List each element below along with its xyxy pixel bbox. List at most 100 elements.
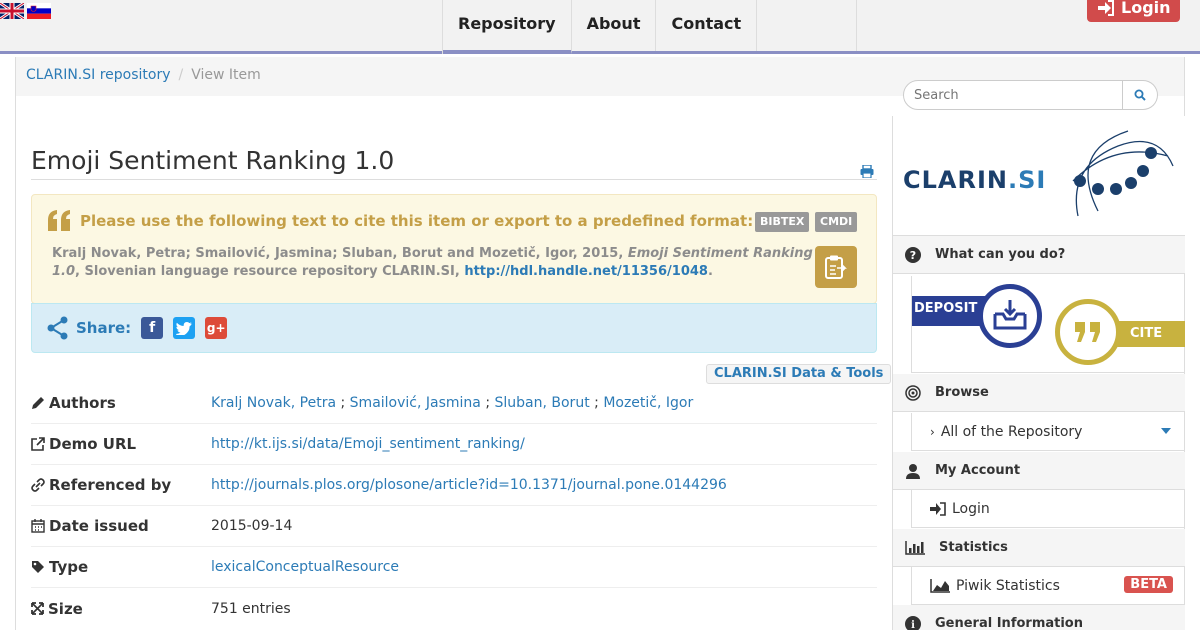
bibtex-button[interactable]: BIBTEX [755,212,810,232]
browse-heading: Browse [893,374,1185,412]
general-info-label: General Information [935,616,1083,630]
nav-contact[interactable]: Contact [656,0,758,51]
login-button[interactable]: Login [1087,0,1180,22]
citation-repo: , Slovenian language resource repository… [75,264,460,279]
facebook-icon[interactable]: f [141,317,164,339]
deposit-cite-promo: DEPOSIT CITE [911,276,1185,373]
print-icon[interactable] [860,163,874,182]
page-title: Emoji Sentiment Ranking 1.0 [31,146,877,180]
bullseye-icon [905,384,921,401]
citation-text: Kralj Novak, Petra; Smailović, Jasmina; … [52,245,816,281]
piwik-statistics-label: Piwik Statistics [956,577,1060,594]
demo-url-label: Demo URL [49,435,137,453]
nav-spacer [757,0,858,51]
sidebar-login-label: Login [952,500,990,517]
authors-label: Authors [49,394,116,412]
citation-heading-text: Please use the following text to cite th… [80,212,754,230]
svg-text:?: ? [910,249,916,262]
cite-icon[interactable] [1055,299,1121,365]
referenced-by-link[interactable]: http://journals.plos.org/plosone/article… [211,477,727,493]
browse-all-item[interactable]: › All of the Repository [911,413,1185,451]
browse-all-label: All of the Repository [940,423,1083,440]
field-referenced-by: Referenced by http://journals.plos.org/p… [31,465,877,506]
pencil-icon [32,397,44,409]
citation-link[interactable]: http://hdl.handle.net/11356/1048 [464,264,708,279]
clarin-si-logo[interactable]: CLARIN.SI [893,116,1185,236]
login-label: Login [1121,0,1171,17]
size-label-wrap: Size [31,600,211,618]
date-label-wrap: Date issued [31,517,211,535]
share-label: Share: [76,319,132,337]
tag-icon [32,561,44,573]
user-icon [906,463,920,479]
deposit-icon[interactable] [978,284,1042,348]
field-authors: Authors Kralj Novak, Petra ; Smailović, … [31,383,877,424]
cmdi-button[interactable]: CMDI [815,212,858,232]
quote-icon [48,210,70,231]
data-tools-badge[interactable]: CLARIN.SI Data & Tools [706,364,892,384]
author-link[interactable]: Mozetič, Igor [603,395,693,411]
author-separator: ; [340,395,346,411]
nav-repository[interactable]: Repository [443,0,572,54]
clipboard-icon [825,255,847,279]
demo-label-wrap: Demo URL [31,435,211,453]
statistics-label: Statistics [939,540,1008,555]
beta-badge: BETA [1124,576,1173,593]
size-label: Size [48,599,83,618]
calendar-icon [31,519,45,533]
english-flag-icon[interactable] [0,3,24,19]
type-label-wrap: Type [31,558,211,576]
citation-box: Please use the following text to cite th… [31,194,877,304]
logo-text: CLARIN.SI [903,166,1047,194]
field-type: Type lexicalConceptualResource [31,547,877,588]
google-plus-icon[interactable]: g+ [205,317,228,339]
what-can-you-do-heading: ? What can you do? [893,236,1185,274]
authors-label-wrap: Authors [31,394,211,412]
question-icon: ? [905,246,921,263]
citation-end: . [707,264,713,279]
top-navbar: Repository About Contact Login [0,0,1200,54]
author-separator: ; [594,395,599,411]
nav-about[interactable]: About [572,0,657,51]
cite-label[interactable]: CITE [1130,326,1162,341]
share-bar: Share: f g+ [31,303,877,353]
item-fields: Authors Kralj Novak, Petra ; Smailović, … [31,383,877,629]
search-icon [1134,89,1146,101]
expand-icon [31,602,44,615]
breadcrumb-separator: / [178,67,184,83]
field-demo-url: Demo URL http://kt.ijs.si/data/Emoji_sen… [31,424,877,465]
citation-heading: Please use the following text to cite th… [48,210,753,232]
ref-label-wrap: Referenced by [31,476,211,494]
type-label: Type [49,558,89,576]
chevron-right-icon: › [930,424,935,439]
sign-in-icon [1098,0,1114,16]
area-chart-icon [930,578,950,593]
search-button[interactable] [1123,80,1158,110]
breadcrumb-home[interactable]: CLARIN.SI repository [26,67,171,83]
slovenian-flag-icon[interactable] [27,3,51,19]
sidebar: CLARIN.SI ? What can you do? DEPOSIT CIT… [892,116,1185,630]
search-input[interactable] [903,80,1123,110]
caret-down-icon[interactable] [1161,428,1171,434]
svg-text:i: i [911,620,915,630]
copy-citation-button[interactable] [815,246,857,288]
info-icon: i [905,615,921,630]
statistics-heading: Statistics [893,529,1185,567]
author-link[interactable]: Smailović, Jasmina [350,395,481,411]
my-account-heading: My Account [893,452,1185,490]
sign-in-icon [930,501,946,516]
search-box [903,80,1158,110]
field-size: Size 751 entries [31,588,877,629]
sidebar-login-item[interactable]: Login [911,490,1185,528]
author-link[interactable]: Kralj Novak, Petra [211,395,336,411]
demo-url-link[interactable]: http://kt.ijs.si/data/Emoji_sentiment_ra… [211,436,525,452]
breadcrumb-current: View Item [191,67,261,83]
twitter-icon[interactable] [173,317,196,339]
bar-chart-icon [905,540,925,555]
deposit-label[interactable]: DEPOSIT [914,301,977,316]
author-link[interactable]: Sluban, Borut [495,395,590,411]
size-value: 751 entries [211,600,291,617]
type-link[interactable]: lexicalConceptualResource [211,559,399,575]
piwik-statistics-item[interactable]: Piwik Statistics BETA [911,567,1185,605]
link-icon [31,478,45,492]
